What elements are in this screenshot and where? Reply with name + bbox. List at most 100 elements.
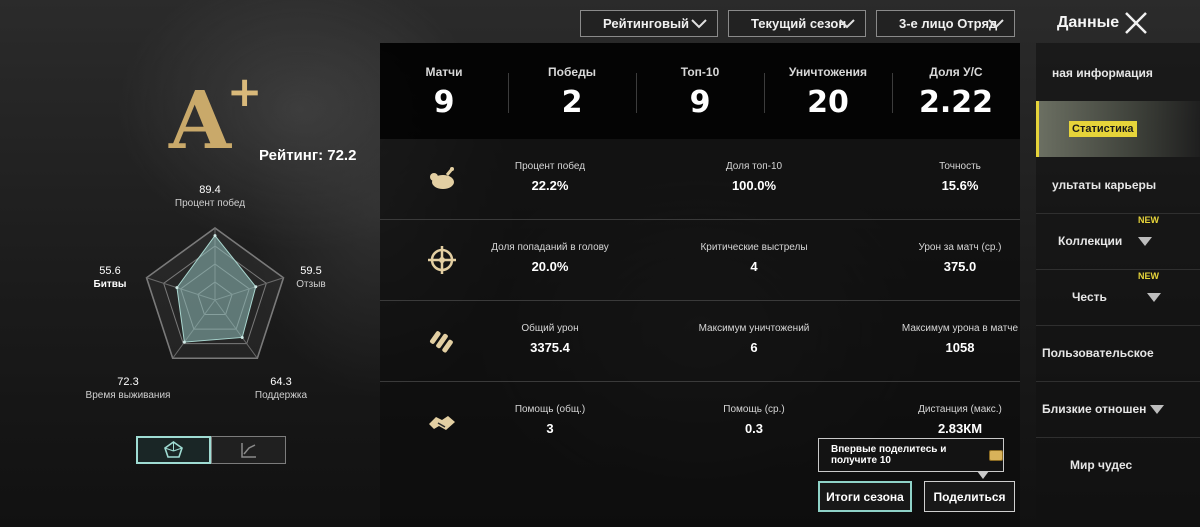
stat-label: Критические выстрелы <box>700 242 808 253</box>
summary-value: 20 <box>807 85 849 120</box>
squad-dropdown[interactable]: 3-е лицо Отряд <box>876 10 1015 37</box>
sidebar-item-relations[interactable]: Близкие отношен <box>1036 381 1200 437</box>
radar-value: 55.6 <box>99 265 121 277</box>
summary-kd: Доля У/С 2.22 <box>892 43 1020 139</box>
stats-row-shooting: Доля попаданий в голову 20.0% Критически… <box>380 220 1020 301</box>
sidebar-item-label: Статистика <box>1069 121 1137 137</box>
graph-view-toggle[interactable] <box>211 436 286 464</box>
close-icon[interactable] <box>1123 10 1149 36</box>
stat-label: Помощь (общ.) <box>514 404 586 415</box>
stat-accuracy: Точность 15.6% <box>910 161 1010 193</box>
chevron-down-icon <box>1146 292 1161 302</box>
sidebar-item-career[interactable]: ультаты карьеры <box>1036 157 1200 213</box>
radar-chart <box>145 227 285 360</box>
radar-axis-label: Время выживания <box>85 390 171 401</box>
summary-value: 9 <box>689 85 711 120</box>
grade-letter: A <box>168 73 232 154</box>
radar-label-battles: 55.6 Битвы <box>80 265 140 291</box>
season-dropdown-label: Текущий сезон <box>751 16 847 31</box>
stat-label: Помощь (ср.) <box>723 404 785 415</box>
season-dropdown[interactable]: Текущий сезон <box>728 10 866 37</box>
stat-label: Максимум уничтожений <box>698 323 810 334</box>
stat-assists-total: Помощь (общ.) 3 <box>500 404 600 436</box>
sidebar-item-wonderland[interactable]: Мир чудес <box>1036 437 1200 493</box>
stat-label: Процент побед <box>514 161 586 172</box>
stat-total-damage: Общий урон 3375.4 <box>500 323 600 355</box>
tooltip-text: Впервые поделитесь и получите 10 <box>831 444 947 466</box>
radar-point <box>240 335 244 339</box>
sidebar-item-custom[interactable]: Пользовательское <box>1036 325 1200 381</box>
stat-max-kills: Максимум уничтожений 6 <box>684 323 824 355</box>
stat-label: Доля попаданий в голову <box>491 242 609 253</box>
stat-value: 2.83КМ <box>937 421 983 436</box>
radar-axis-label: Отзыв <box>296 279 326 290</box>
stat-value: 22.2% <box>531 178 569 193</box>
radar-view-toggle[interactable] <box>136 436 211 464</box>
summary-kills: Уничтожения 20 <box>764 43 892 139</box>
radar-value: 59.5 <box>300 265 322 277</box>
stat-critical-hits: Критические выстрелы 4 <box>684 242 824 274</box>
chevron-down-icon <box>1150 404 1165 414</box>
season-summary-button[interactable]: Итоги сезона <box>818 481 912 512</box>
sidebar-item-label: Пользовательское <box>1042 346 1154 360</box>
summary-matches: Матчи 9 <box>380 43 508 139</box>
sidebar-item-label: Мир чудес <box>1070 458 1133 472</box>
summary-label: Уничтожения <box>788 65 868 79</box>
sidebar-item-statistics[interactable]: Статистика <box>1036 101 1200 157</box>
new-badge: NEW <box>1138 215 1159 225</box>
stat-top10-rate: Доля топ-10 100.0% <box>704 161 804 193</box>
stat-headshot-rate: Доля попаданий в голову 20.0% <box>480 242 620 274</box>
sidebar-item-collections[interactable]: Коллекции NEW <box>1036 213 1200 269</box>
handshake-icon <box>429 416 455 430</box>
radar-axis-label: Процент побед <box>174 198 246 209</box>
stat-value: 0.3 <box>744 421 764 436</box>
mode-dropdown[interactable]: Рейтинговый <box>580 10 718 37</box>
chicken-icon <box>430 167 454 189</box>
radar-label-support: 64.3 Поддержка <box>246 376 316 402</box>
stat-label: Дистанция (макс.) <box>918 404 1002 415</box>
chevron-down-icon <box>988 19 1004 29</box>
tooltip-tail <box>977 471 989 479</box>
pentagon-icon <box>164 441 183 458</box>
bullets-icon <box>430 331 453 353</box>
squad-dropdown-label: 3-е лицо Отряд <box>899 16 998 31</box>
radar-value: 64.3 <box>270 376 292 388</box>
sidebar-item-basic-info[interactable]: ная информация <box>1036 45 1200 101</box>
sidebar-item-label: Честь <box>1072 290 1107 304</box>
stat-value: 4 <box>750 259 758 274</box>
radar-label-recall: 59.5 Отзыв <box>276 265 346 291</box>
stat-label: Общий урон <box>521 323 579 334</box>
stat-damage-per-match: Урон за матч (ср.) 375.0 <box>890 242 1030 274</box>
line-graph-icon <box>241 443 256 458</box>
stat-value: 20.0% <box>531 259 569 274</box>
summary-wins: Победы 2 <box>508 43 636 139</box>
stat-label: Точность <box>939 161 981 172</box>
chevron-down-icon <box>839 19 855 29</box>
stat-assists-avg: Помощь (ср.) 0.3 <box>704 404 804 436</box>
radar-axis-label: Битвы <box>93 279 127 290</box>
stat-label: Урон за матч (ср.) <box>918 242 1002 253</box>
stat-label: Доля топ-10 <box>725 161 783 172</box>
share-button[interactable]: Поделиться <box>924 481 1015 512</box>
new-badge: NEW <box>1138 271 1159 281</box>
mode-dropdown-label: Рейтинговый <box>603 16 690 31</box>
radar-value: 89.4 <box>199 184 221 196</box>
sidebar-item-label: Коллекции <box>1058 234 1123 248</box>
summary-label: Топ-10 <box>680 65 720 79</box>
sidebar-item-honor[interactable]: Честь NEW <box>1036 269 1200 325</box>
crosshair-icon <box>428 246 456 274</box>
page-title: Данные <box>1057 14 1120 31</box>
stat-value: 1058 <box>945 340 975 355</box>
radar-label-win-rate: 89.4 Процент побед <box>160 184 260 210</box>
stat-value: 3 <box>546 421 554 436</box>
sidebar-item-label: Близкие отношен <box>1042 402 1147 416</box>
radar-value: 72.3 <box>117 376 139 388</box>
radar-point <box>254 285 258 289</box>
radar-point <box>182 340 186 344</box>
summary-value: 2.22 <box>918 85 994 120</box>
share-reward-tooltip: Впервые поделитесь и получите 10 <box>818 438 1004 479</box>
coupon-icon <box>988 449 1003 461</box>
stats-row-general: Процент побед 22.2% Доля топ-10 100.0% Т… <box>380 139 1020 220</box>
stat-value: 3375.4 <box>530 340 570 355</box>
stat-value: 100.0% <box>731 178 777 193</box>
